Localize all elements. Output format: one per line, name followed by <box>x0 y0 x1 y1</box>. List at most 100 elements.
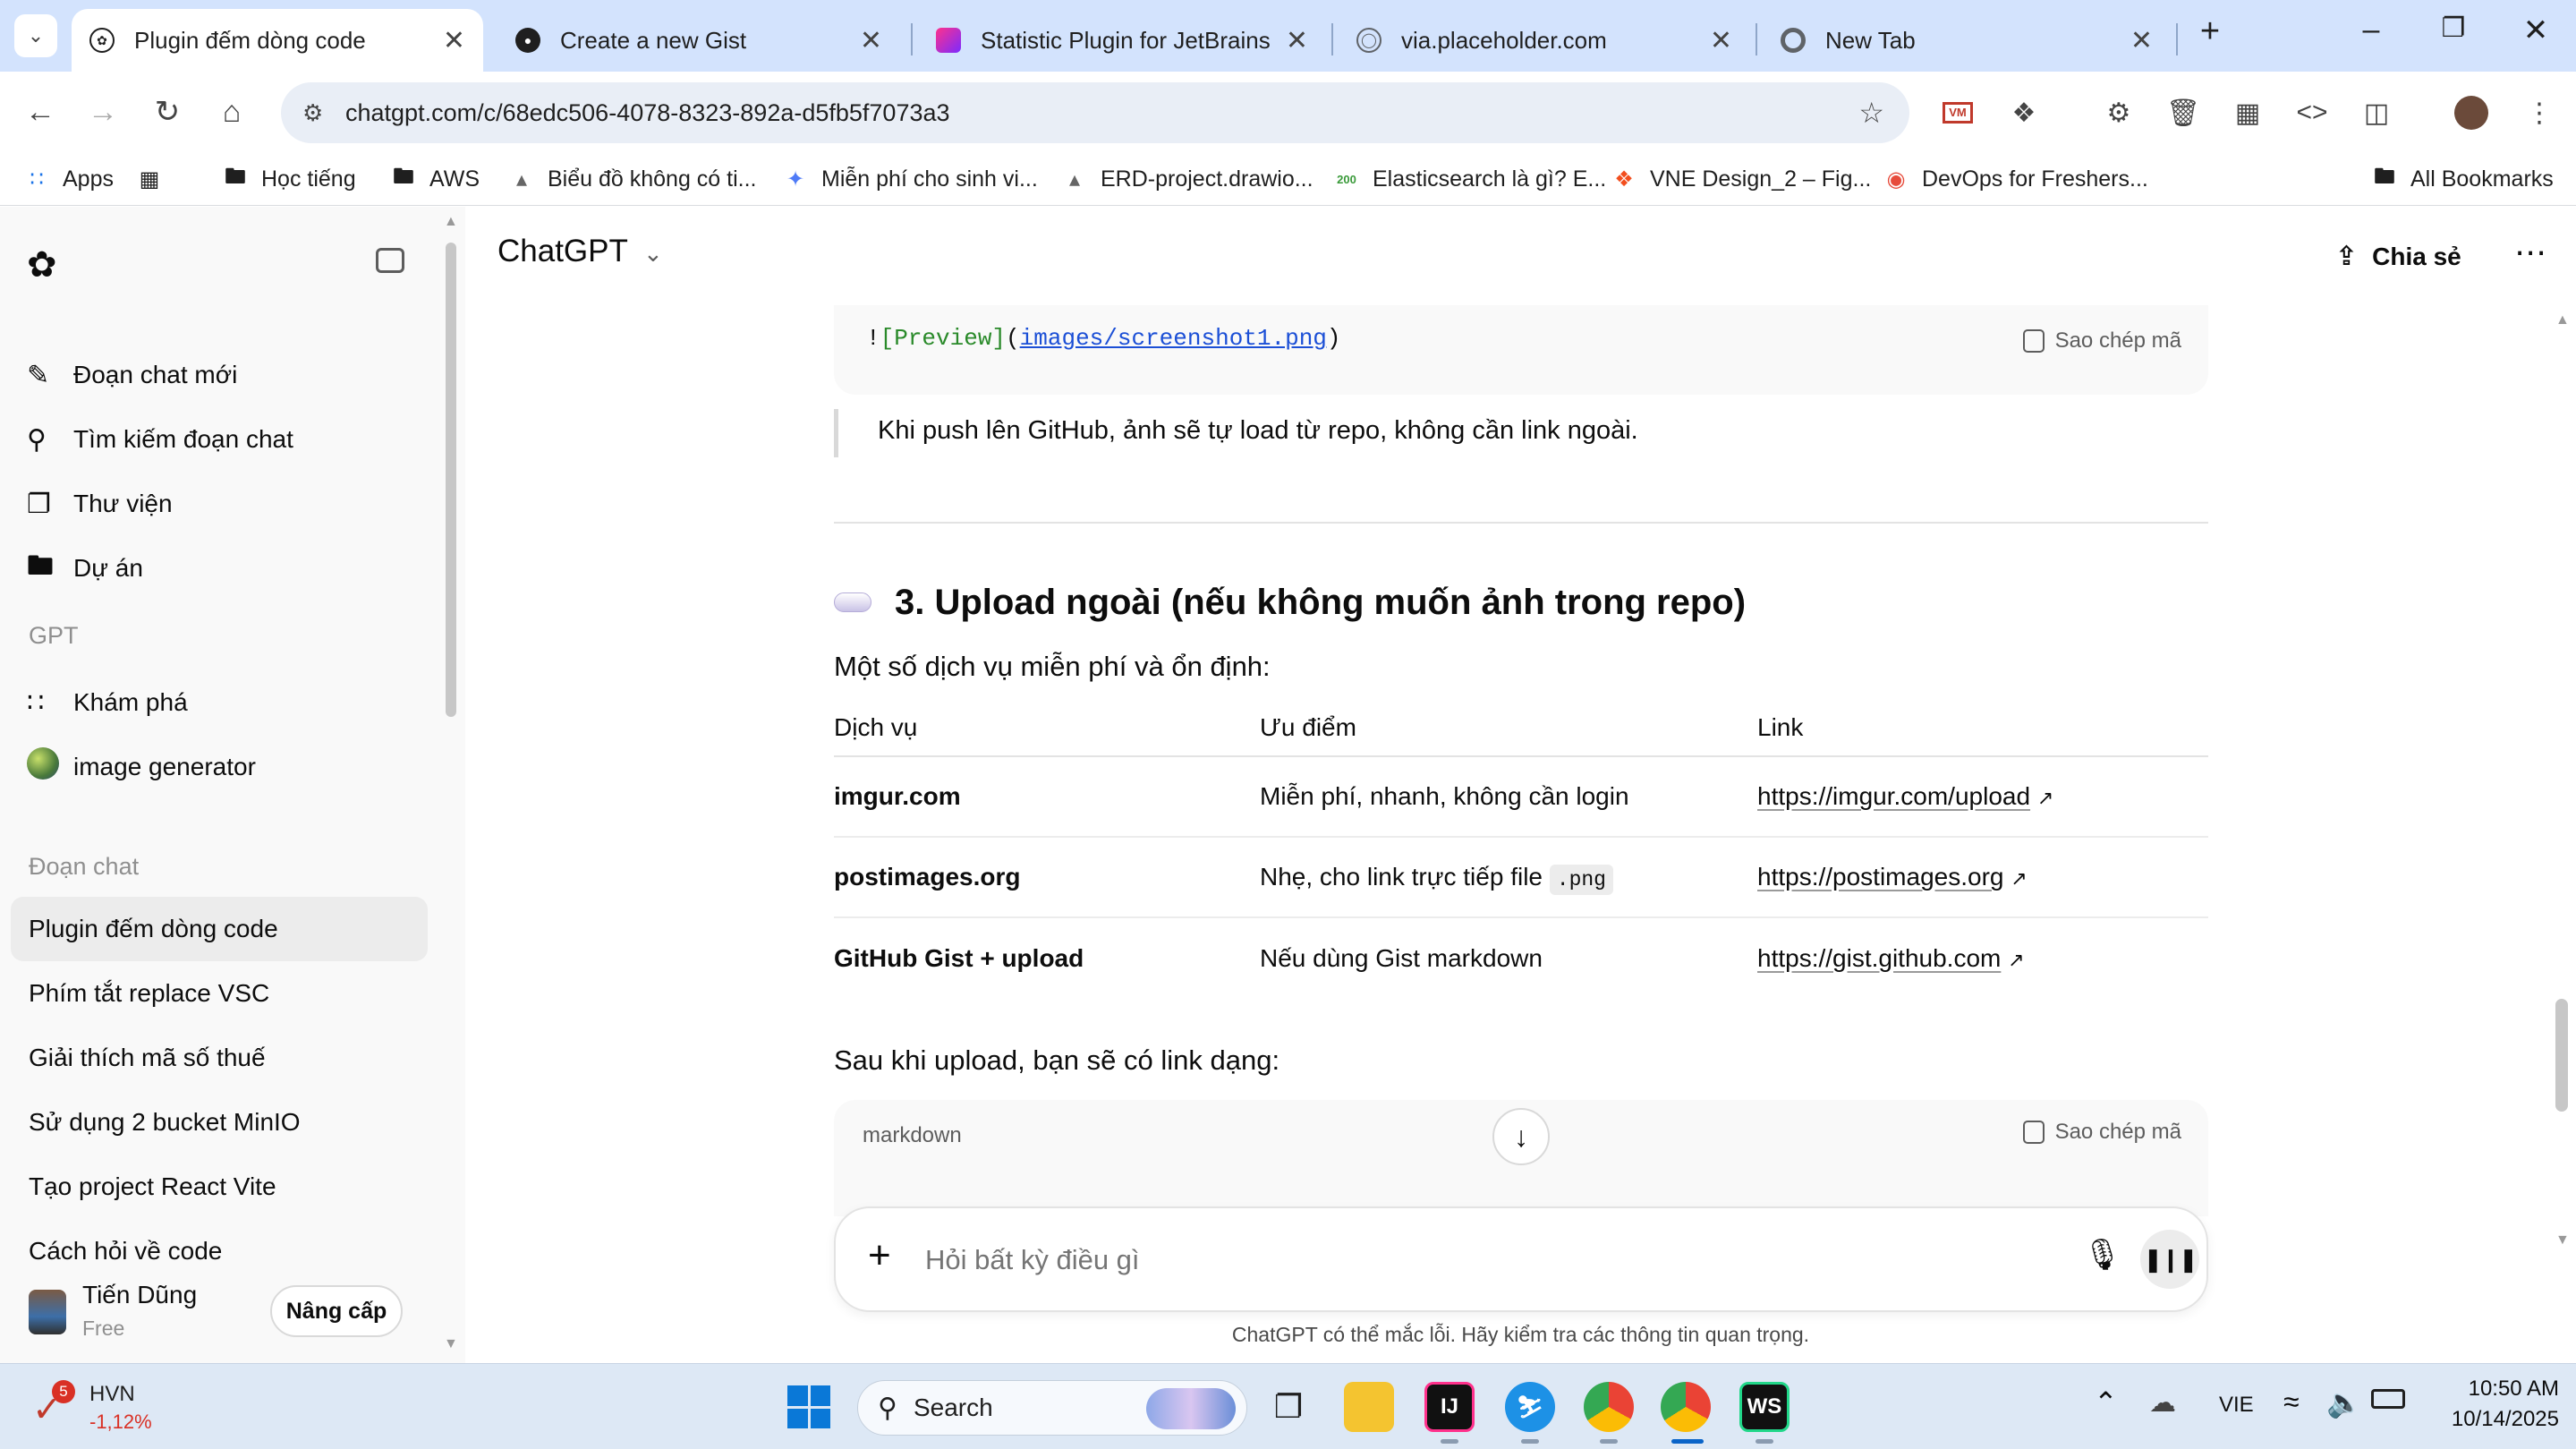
scroll-down-arrow-icon[interactable]: ▼ <box>444 1336 458 1352</box>
external-link[interactable]: https://imgur.com/upload <box>1757 782 2030 810</box>
clock-time[interactable]: 10:50 AM <box>2434 1377 2559 1402</box>
bookmark-bieu-do[interactable]: ▴ Biểu đồ không có ti... <box>508 161 757 197</box>
upgrade-button[interactable]: Nâng cấp <box>270 1285 403 1337</box>
code-link[interactable]: images/screenshot1.png <box>1020 325 1327 352</box>
message-input[interactable] <box>925 1235 1999 1285</box>
bookmark-erd[interactable]: ▴ ERD-project.drawio... <box>1061 161 1314 197</box>
add-attachment-button[interactable]: + <box>868 1233 891 1278</box>
taskbar-search[interactable]: ⚲ Search <box>857 1380 1247 1436</box>
bookmark-aws[interactable]: 🖿 AWS <box>390 161 480 197</box>
network-status-icon[interactable]: ☁ <box>2149 1387 2176 1419</box>
clock-date[interactable]: 10/14/2025 <box>2434 1407 2559 1432</box>
back-button[interactable]: ← <box>20 91 61 132</box>
copy-code-button[interactable]: Sao chép mã <box>2022 328 2181 354</box>
chat-item[interactable]: Sử dụng 2 bucket MinIO <box>29 1108 301 1137</box>
bookmark-vne-design[interactable]: ❖ VNE Design_2 – Fig... <box>1611 161 1871 197</box>
intellij-icon[interactable]: IJ <box>1424 1382 1475 1432</box>
bookmark-mien-phi[interactable]: ✦ Miễn phí cho sinh vi... <box>782 161 1038 197</box>
scroll-up-arrow-icon[interactable]: ▲ <box>444 214 458 230</box>
tab-new-tab[interactable]: New Tab ✕ <box>1763 9 2171 72</box>
task-view-icon[interactable]: ❐ <box>1263 1382 1314 1432</box>
more-options-icon[interactable]: ⋯ <box>2514 234 2546 271</box>
show-hidden-icons[interactable]: ⌃ <box>2094 1385 2118 1419</box>
forward-button[interactable]: → <box>82 91 123 132</box>
microphone-icon[interactable]: 🎙 <box>2083 1237 2121 1273</box>
chevron-down-icon: ⌄ <box>642 240 663 267</box>
stock-widget[interactable]: ✓ 5 HVN -1,12% <box>27 1377 170 1437</box>
new-tab-button[interactable]: + <box>2183 13 2237 51</box>
windows-start-icon[interactable] <box>787 1385 830 1428</box>
restore-button[interactable]: ❐ <box>2427 13 2480 44</box>
sidebar-item-label: Đoạn chat mới <box>73 361 238 388</box>
openai-logo-icon[interactable]: ✿ <box>27 244 57 286</box>
chat-item[interactable]: Plugin đếm dòng code <box>29 915 278 943</box>
file-explorer-icon[interactable] <box>1344 1382 1394 1432</box>
chat-item[interactable]: Tạo project React Vite <box>29 1172 276 1201</box>
close-icon[interactable]: ✕ <box>2130 25 2153 56</box>
reload-button[interactable]: ↻ <box>147 91 188 132</box>
tab-statistic-plugin[interactable]: Statistic Plugin for JetBrains IDE ✕ <box>918 9 1326 72</box>
library-item[interactable]: ❐ Thư viện <box>27 479 173 529</box>
tab-chatgpt[interactable]: ✿ Plugin đếm dòng code ✕ <box>72 9 483 72</box>
service-pros: Nhẹ, cho link trực tiếp file <box>1260 863 1543 891</box>
side-panel-icon[interactable]: ◫ <box>2357 93 2396 132</box>
tab-search-button[interactable]: ⌄ <box>14 14 57 57</box>
webstorm-icon[interactable]: WS <box>1739 1382 1790 1432</box>
extensions-icon[interactable]: ❖ <box>2004 93 2044 132</box>
close-icon[interactable]: ✕ <box>860 25 882 56</box>
main-scrollbar[interactable] <box>2555 999 2568 1112</box>
bookmark-tab-groups[interactable]: ▦ <box>136 161 175 197</box>
volume-icon[interactable]: 🔈 <box>2326 1385 2362 1419</box>
stock-name: HVN <box>89 1382 135 1406</box>
profile-avatar[interactable] <box>2452 93 2491 132</box>
external-link[interactable]: https://gist.github.com <box>1757 944 2001 972</box>
search-chats-item[interactable]: ⚲ Tìm kiếm đoạn chat <box>27 414 293 465</box>
model-selector[interactable]: ChatGPT ⌄ <box>497 234 663 269</box>
scroll-up-arrow-icon[interactable]: ▲ <box>2555 312 2570 328</box>
close-sidebar-icon[interactable] <box>376 248 404 273</box>
image-generator-item[interactable]: image generator <box>27 742 256 792</box>
docker-icon[interactable]: ⛷ <box>1505 1382 1555 1432</box>
wifi-icon[interactable]: ≈ <box>2283 1385 2300 1419</box>
scroll-to-bottom-button[interactable]: ↓ <box>1492 1108 1550 1165</box>
qr-code-icon[interactable]: ▦ <box>2228 93 2267 132</box>
chrome-icon[interactable] <box>1584 1382 1634 1432</box>
language-indicator[interactable]: VIE <box>2219 1393 2254 1418</box>
code-icon[interactable]: <> <box>2292 93 2332 132</box>
scroll-down-arrow-icon[interactable]: ▼ <box>2555 1232 2570 1249</box>
share-button[interactable]: ⇪ Chia sẻ <box>2335 241 2461 272</box>
tab-gist[interactable]: ● Create a new Gist ✕ <box>497 9 900 72</box>
explore-gpts-item[interactable]: ∷ Khám phá <box>27 678 188 728</box>
menu-kebab-icon[interactable]: ⋮ <box>2520 93 2559 132</box>
tab-placeholder[interactable]: ◯ via.placeholder.com ✕ <box>1339 9 1750 72</box>
bookmark-star-icon[interactable]: ☆ <box>1858 96 1884 130</box>
chat-item[interactable]: Cách hỏi về code <box>29 1237 222 1266</box>
bookmark-apps[interactable]: ∷ Apps <box>23 161 114 197</box>
bookmark-devops[interactable]: ◉ DevOps for Freshers... <box>1883 161 2148 197</box>
chat-item[interactable]: Giải thích mã số thuế <box>29 1044 266 1072</box>
bookmark-hoc-tieng[interactable]: 🖿 Học tiếng <box>222 161 356 197</box>
close-icon[interactable]: ✕ <box>1710 25 1732 56</box>
copy-code-button[interactable]: Sao chép mã <box>2022 1120 2181 1145</box>
chrome-profile-icon[interactable] <box>1661 1382 1711 1432</box>
bookmark-elasticsearch[interactable]: 200 Elasticsearch là gì? E... <box>1333 161 1606 197</box>
user-profile[interactable]: Tiến Dũng Free Nâng cấp ▼ <box>0 1263 465 1363</box>
external-link[interactable]: https://postimages.org <box>1757 863 2003 891</box>
bookmark-all-bookmarks[interactable]: 🖿 All Bookmarks <box>2371 161 2554 197</box>
battery-icon[interactable] <box>2371 1389 2405 1409</box>
new-chat-item[interactable]: ✎ Đoạn chat mới <box>27 350 237 400</box>
vm-extension-icon[interactable]: VM <box>1938 93 1977 132</box>
incognito-icon[interactable]: ⚙ <box>2099 93 2138 132</box>
projects-item[interactable]: 🖿 Dự án <box>27 543 143 593</box>
sidebar-scrollbar[interactable] <box>446 243 456 717</box>
close-icon[interactable]: ✕ <box>443 25 465 56</box>
minimize-button[interactable]: – <box>2344 13 2398 47</box>
chat-item[interactable]: Phím tắt replace VSC <box>29 979 269 1008</box>
site-settings-icon[interactable]: ⚙ <box>302 99 323 127</box>
close-icon[interactable]: ✕ <box>1286 25 1308 56</box>
address-bar[interactable]: ⚙ chatgpt.com/c/68edc506-4078-8323-892a-… <box>281 82 1909 143</box>
home-button[interactable]: ⌂ <box>211 91 252 132</box>
voice-mode-button[interactable]: ❚❙❚ <box>2140 1230 2199 1289</box>
trash-icon[interactable]: 🗑 <box>2164 93 2203 132</box>
close-window-button[interactable]: ✕ <box>2509 13 2563 48</box>
